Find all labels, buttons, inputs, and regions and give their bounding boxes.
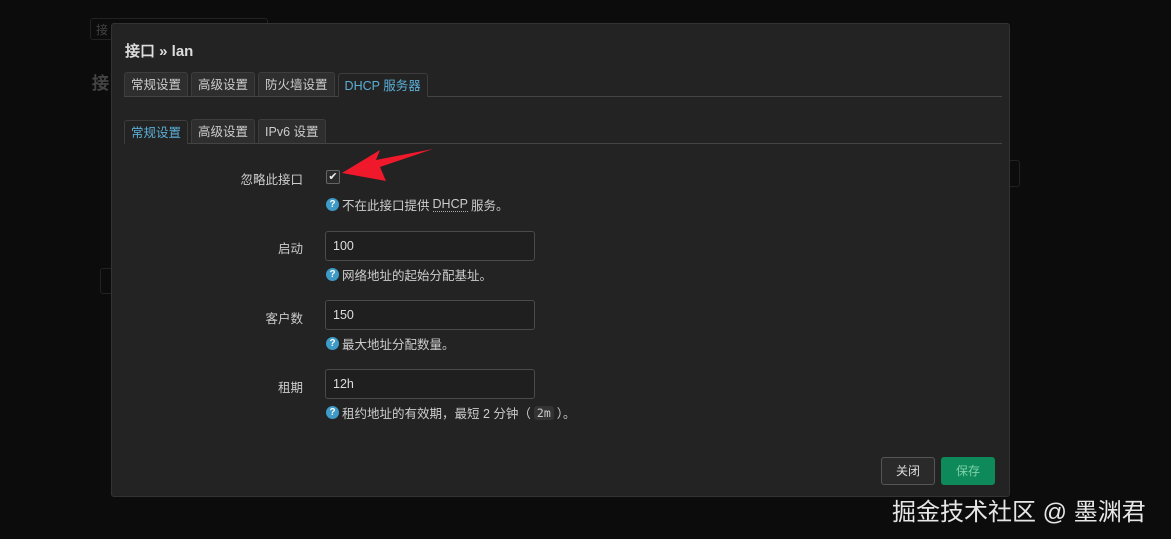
interface-modal: 接口 » lan 常规设置 高级设置 防火墙设置 DHCP 服务器 常规设置 高… (111, 23, 1010, 497)
help-text: 租约地址的有效期，最短 2 分钟（ (342, 407, 531, 421)
ignore-interface-checkbox[interactable]: ✔ (326, 170, 340, 184)
save-button[interactable]: 保存 (941, 457, 996, 485)
lease-input[interactable]: 12h (325, 369, 535, 399)
help-icon: ? (326, 198, 339, 211)
ignore-label: 忽略此接口 (240, 173, 303, 187)
help-icon: ? (326, 337, 339, 350)
limit-input[interactable]: 150 (325, 300, 535, 330)
limit-help: ? 最大地址分配数量。 (326, 334, 455, 353)
subtab-advanced[interactable]: 高级设置 (191, 119, 256, 143)
tab-dhcp-server[interactable]: DHCP 服务器 (337, 73, 428, 97)
help-text: 最大地址分配数量。 (342, 338, 455, 352)
background-tab-text: 接 (96, 23, 109, 37)
help-text: 服务。 (470, 199, 509, 213)
start-label: 启动 (277, 242, 303, 256)
close-button[interactable]: 关闭 (881, 457, 936, 485)
tab-general[interactable]: 常规设置 (124, 72, 189, 96)
sub-tabs: 常规设置 高级设置 IPv6 设置 (124, 119, 1002, 144)
lease-code: 2m (533, 405, 554, 420)
ignore-help: ? 不在此接口提供 DHCP 服务。 (326, 195, 508, 214)
help-icon: ? (326, 406, 339, 419)
tab-firewall[interactable]: 防火墙设置 (258, 72, 335, 96)
lease-label: 租期 (277, 381, 303, 395)
start-input[interactable]: 100 (325, 231, 535, 261)
start-help: ? 网络地址的起始分配基址。 (326, 265, 492, 284)
subtab-ipv6[interactable]: IPv6 设置 (258, 119, 326, 143)
help-text: 网络地址的起始分配基址。 (342, 269, 493, 283)
tab-advanced[interactable]: 高级设置 (191, 72, 256, 96)
background-heading: 接 (92, 74, 109, 93)
limit-label: 客户数 (265, 312, 303, 326)
help-text: 不在此接口提供 (342, 199, 430, 213)
help-icon: ? (326, 268, 339, 281)
dhcp-abbr: DHCP (432, 197, 468, 212)
help-text: ）。 (556, 407, 576, 421)
lease-help: ? 租约地址的有效期，最短 2 分钟（ 2m）。 (326, 403, 576, 422)
modal-title: 接口 » lan (125, 43, 194, 60)
check-icon: ✔ (328, 171, 338, 183)
red-arrow-annotation-icon (342, 149, 433, 181)
watermark: 掘金技术社区 @ 墨渊君 (892, 499, 1146, 526)
main-tabs: 常规设置 高级设置 防火墙设置 DHCP 服务器 (124, 72, 1002, 97)
subtab-general[interactable]: 常规设置 (124, 120, 189, 144)
